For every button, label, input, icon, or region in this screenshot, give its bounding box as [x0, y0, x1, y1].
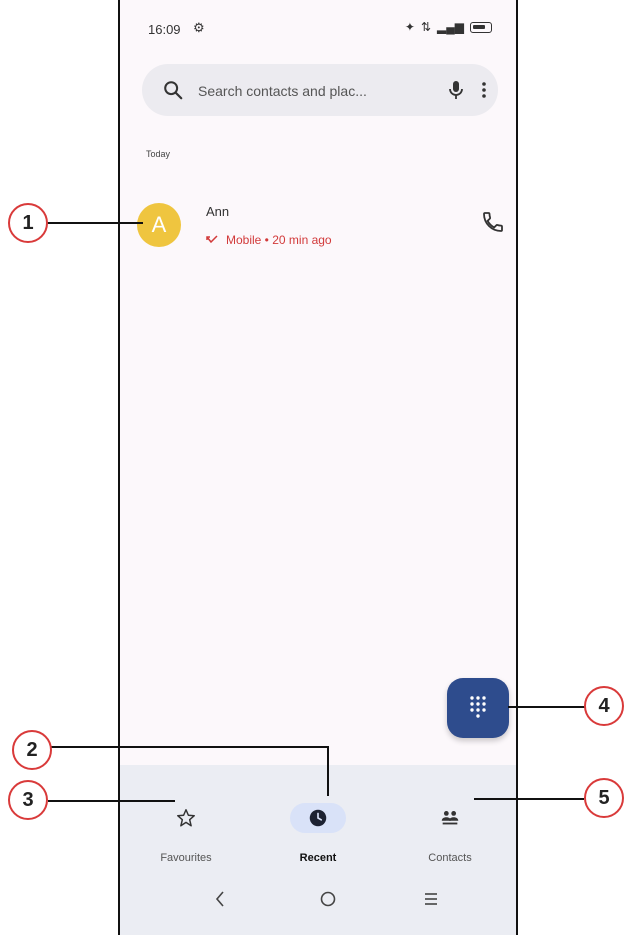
nav-item-recent[interactable]: Recent	[252, 765, 384, 865]
callout-1: 1	[8, 203, 48, 243]
nav-label-contacts: Contacts	[428, 852, 472, 864]
status-time: 16:09	[148, 22, 181, 37]
callout-3: 3	[8, 780, 48, 820]
phone-screen: 16:09 ⚙ ✦ ⇅ ▂▄▆ Today A Ann	[118, 0, 518, 935]
bottom-navigation: Favourites Recent Contacts	[120, 765, 516, 881]
nav-label-recent: Recent	[299, 852, 337, 864]
call-detail: Mobile • 20 min ago	[206, 233, 332, 247]
callout-2: 2	[12, 730, 52, 770]
back-icon[interactable]	[212, 889, 228, 909]
callout-line-2	[50, 746, 328, 748]
call-back-icon[interactable]	[481, 210, 505, 234]
status-bar: 16:09 ⚙ ✦ ⇅ ▂▄▆	[120, 18, 516, 44]
location-icon: ✦	[404, 20, 415, 34]
dialpad-icon	[470, 696, 486, 718]
call-detail-text: Mobile • 20 min ago	[226, 233, 332, 247]
home-icon[interactable]	[318, 889, 338, 909]
contact-name: Ann	[206, 204, 230, 219]
callout-line-2-vertical	[327, 746, 329, 796]
settings-gear-icon: ⚙	[193, 20, 205, 35]
callout-5: 5	[584, 778, 624, 818]
nav-label-favourites: Favourites	[160, 852, 212, 864]
section-header-today: Today	[146, 149, 171, 159]
search-icon[interactable]	[162, 79, 184, 101]
callout-line-3	[48, 800, 175, 802]
recents-menu-icon[interactable]	[422, 889, 440, 909]
nav-item-favourites[interactable]: Favourites	[120, 765, 252, 865]
nav-item-contacts[interactable]: Contacts	[384, 765, 516, 865]
dialpad-button[interactable]	[447, 678, 509, 738]
callout-line-5	[474, 798, 584, 800]
callout-line-4	[508, 706, 586, 708]
recent-call-row[interactable]: A Ann Mobile • 20 min ago	[120, 190, 516, 256]
more-options-icon[interactable]	[476, 78, 492, 102]
system-navigation-bar	[120, 881, 516, 935]
clock-icon	[309, 809, 327, 827]
callout-line-1	[47, 222, 143, 224]
status-icons: ✦ ⇅ ▂▄▆	[405, 20, 492, 34]
star-icon	[177, 809, 195, 827]
search-bar[interactable]	[142, 64, 498, 116]
battery-icon	[470, 21, 492, 33]
missed-call-icon	[206, 235, 218, 244]
mic-icon[interactable]	[444, 78, 468, 102]
signal-icon: ▂▄▆	[437, 20, 464, 34]
contacts-icon	[441, 811, 459, 825]
search-input[interactable]	[198, 81, 428, 101]
callout-4: 4	[584, 686, 624, 726]
data-icon: ⇅	[420, 20, 432, 34]
avatar[interactable]: A	[137, 203, 181, 247]
